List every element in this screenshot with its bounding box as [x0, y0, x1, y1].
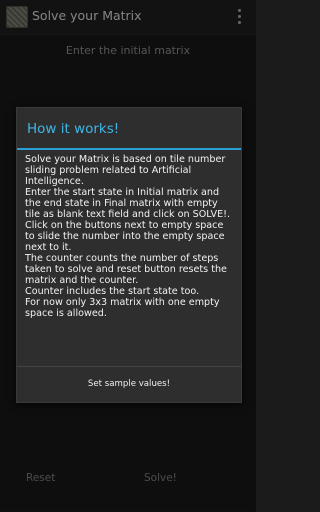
dialog-title: How it works! — [27, 121, 120, 137]
set-sample-values-button[interactable]: Set sample values! — [17, 367, 241, 401]
dialog-paragraph: For now only 3x3 matrix with one empty s… — [25, 297, 220, 319]
dialog-paragraph: Solve your Matrix is based on tile numbe… — [25, 154, 226, 187]
dialog-paragraph: Click on the buttons next to empty space… — [25, 220, 225, 253]
dialog-paragraph: Counter includes the start state too. — [25, 286, 200, 297]
how-it-works-dialog: How it works! Solve your Matrix is based… — [16, 107, 242, 403]
dialog-title-divider — [17, 148, 241, 150]
dialog-message: Solve your Matrix is based on tile numbe… — [25, 154, 234, 319]
dialog-paragraph: Enter the start state in Initial matrix … — [25, 187, 231, 220]
dialog-paragraph: The counter counts the number of steps t… — [25, 253, 227, 286]
